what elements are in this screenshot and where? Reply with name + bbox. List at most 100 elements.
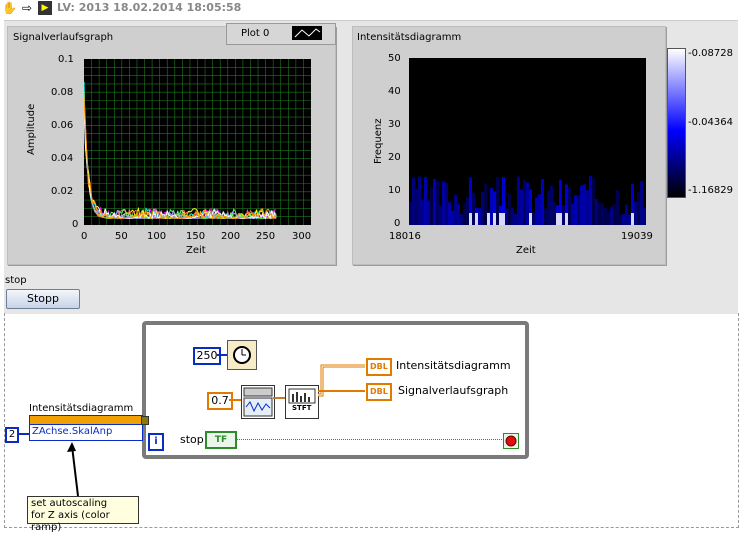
- intensity-column: [577, 195, 580, 225]
- labview-vi-icon: ▶: [38, 1, 52, 15]
- intensity-column: [484, 184, 487, 225]
- intensity-column: [532, 212, 535, 225]
- intensity-column: [466, 196, 469, 225]
- intensity-column: [601, 203, 604, 225]
- property-node-header: [30, 416, 142, 425]
- intensity-column: [604, 207, 607, 225]
- intensity-column: [553, 202, 556, 225]
- wire: [217, 354, 227, 356]
- intensity-column: [490, 187, 493, 225]
- property-node-property[interactable]: ZAchse.SkalAnp: [32, 426, 112, 437]
- intensity-column: [571, 203, 574, 225]
- intensity-column: [409, 201, 412, 225]
- y-tick: 0.06: [51, 120, 74, 131]
- property-node[interactable]: ZAchse.SkalAnp: [29, 415, 143, 441]
- property-input-constant[interactable]: 2: [5, 427, 19, 443]
- intensity-peak: [556, 213, 559, 225]
- window-title: LV: 2013 18.02.2014 18:05:58: [57, 1, 242, 14]
- y-tick: 0.1: [58, 54, 74, 65]
- intensity-xlabel: Zeit: [516, 245, 536, 256]
- wait-ms-function[interactable]: [227, 340, 257, 370]
- intensity-peak: [502, 213, 505, 225]
- x-tick: 0: [81, 231, 88, 242]
- intensity-indicator-terminal[interactable]: DBL: [366, 358, 392, 376]
- intensity-peak: [631, 213, 634, 225]
- intensity-column: [505, 208, 508, 225]
- intensity-column: [613, 204, 616, 225]
- wait-ms-constant[interactable]: 250: [193, 347, 221, 365]
- intensity-column: [625, 204, 628, 225]
- stop-boolean-terminal[interactable]: TF: [205, 431, 237, 449]
- property-node-title: Intensitätsdiagramm: [29, 403, 134, 414]
- intensity-peak: [529, 213, 532, 225]
- waveform-generator-icon: [243, 387, 273, 417]
- intensity-indicator-label: Intensitätsdiagramm: [396, 359, 511, 372]
- intensity-column: [427, 200, 430, 225]
- y-tick: 0.04: [51, 153, 74, 164]
- intensity-column: [511, 207, 514, 225]
- intensity-column: [478, 208, 481, 225]
- intensity-column: [439, 205, 442, 225]
- intensity-column: [637, 192, 640, 225]
- y-tick: 0: [72, 219, 79, 230]
- intensity-plot-area[interactable]: [409, 58, 646, 225]
- intensity-graph[interactable]: Intensitätsdiagramm Frequenz Zeit 50 40 …: [352, 26, 666, 265]
- intensity-column: [643, 207, 646, 225]
- wire: [273, 397, 285, 399]
- intensity-column: [412, 177, 415, 225]
- intensity-column: [436, 180, 439, 225]
- intensity-column: [568, 187, 571, 225]
- x-tick: 250: [256, 231, 276, 242]
- intensity-column: [628, 214, 631, 225]
- intensity-column: [523, 179, 526, 225]
- overlap-constant[interactable]: 0.7: [207, 392, 233, 410]
- x-tick: 150: [186, 231, 206, 242]
- waveform-graph[interactable]: Signalverlaufsgraph Plot 0 Amplitude Zei…: [7, 23, 336, 265]
- y-tick: 30: [388, 119, 401, 130]
- intensity-column: [622, 213, 625, 225]
- intensity-column: [430, 187, 433, 225]
- plot-legend[interactable]: Plot 0: [226, 23, 336, 45]
- loop-iteration-terminal[interactable]: i: [148, 433, 164, 451]
- intensity-column: [517, 176, 520, 225]
- plot-style-swatch[interactable]: [292, 26, 322, 40]
- y-tick: 0.08: [51, 87, 74, 98]
- intensity-column: [514, 213, 517, 225]
- waveform-indicator-label: Signalverlaufsgraph: [398, 384, 509, 397]
- loop-condition-terminal[interactable]: [503, 433, 519, 449]
- reference-tunnel: [141, 416, 149, 425]
- intensity-column: [463, 202, 466, 225]
- intensity-column: [448, 202, 451, 225]
- intensity-column: [451, 210, 454, 225]
- intensity-peak: [475, 213, 478, 225]
- intensity-column: [574, 195, 577, 225]
- dbl-tag: DBL: [370, 362, 388, 371]
- intensity-column: [481, 192, 484, 225]
- comment-note: set autoscaling for Z axis (color ramp): [27, 496, 139, 533]
- dbl-tag: DBL: [370, 387, 388, 396]
- intensity-column: [424, 176, 427, 225]
- waveform-plot-area[interactable]: [84, 59, 311, 225]
- intensity-column: [454, 194, 457, 225]
- y-tick: 50: [388, 53, 401, 64]
- color-ramp[interactable]: [667, 48, 686, 198]
- x-tick: 100: [147, 231, 167, 242]
- signal-generator-vi[interactable]: [241, 385, 275, 419]
- color-ramp-tick: -0.04364: [688, 117, 733, 128]
- comment-text: set autoscaling for Z axis (color ramp): [31, 498, 110, 533]
- waveform-indicator-terminal[interactable]: DBL: [366, 383, 392, 401]
- stop-button[interactable]: Stopp: [6, 289, 80, 309]
- run-arrow-icon[interactable]: ⇨: [20, 1, 34, 15]
- intensity-column: [586, 190, 589, 225]
- intensity-column: [619, 214, 622, 225]
- intensity-peak: [499, 213, 502, 225]
- clock-icon: [233, 346, 251, 364]
- hand-tool-icon[interactable]: ✋: [2, 1, 17, 15]
- intensity-column: [595, 198, 598, 225]
- intensity-column: [460, 214, 463, 225]
- intensity-column: [526, 182, 529, 225]
- x-tick: 300: [292, 231, 312, 242]
- intensity-peak: [487, 213, 490, 225]
- intensity-column: [562, 205, 565, 225]
- intensity-ylabel: Frequenz: [373, 118, 384, 165]
